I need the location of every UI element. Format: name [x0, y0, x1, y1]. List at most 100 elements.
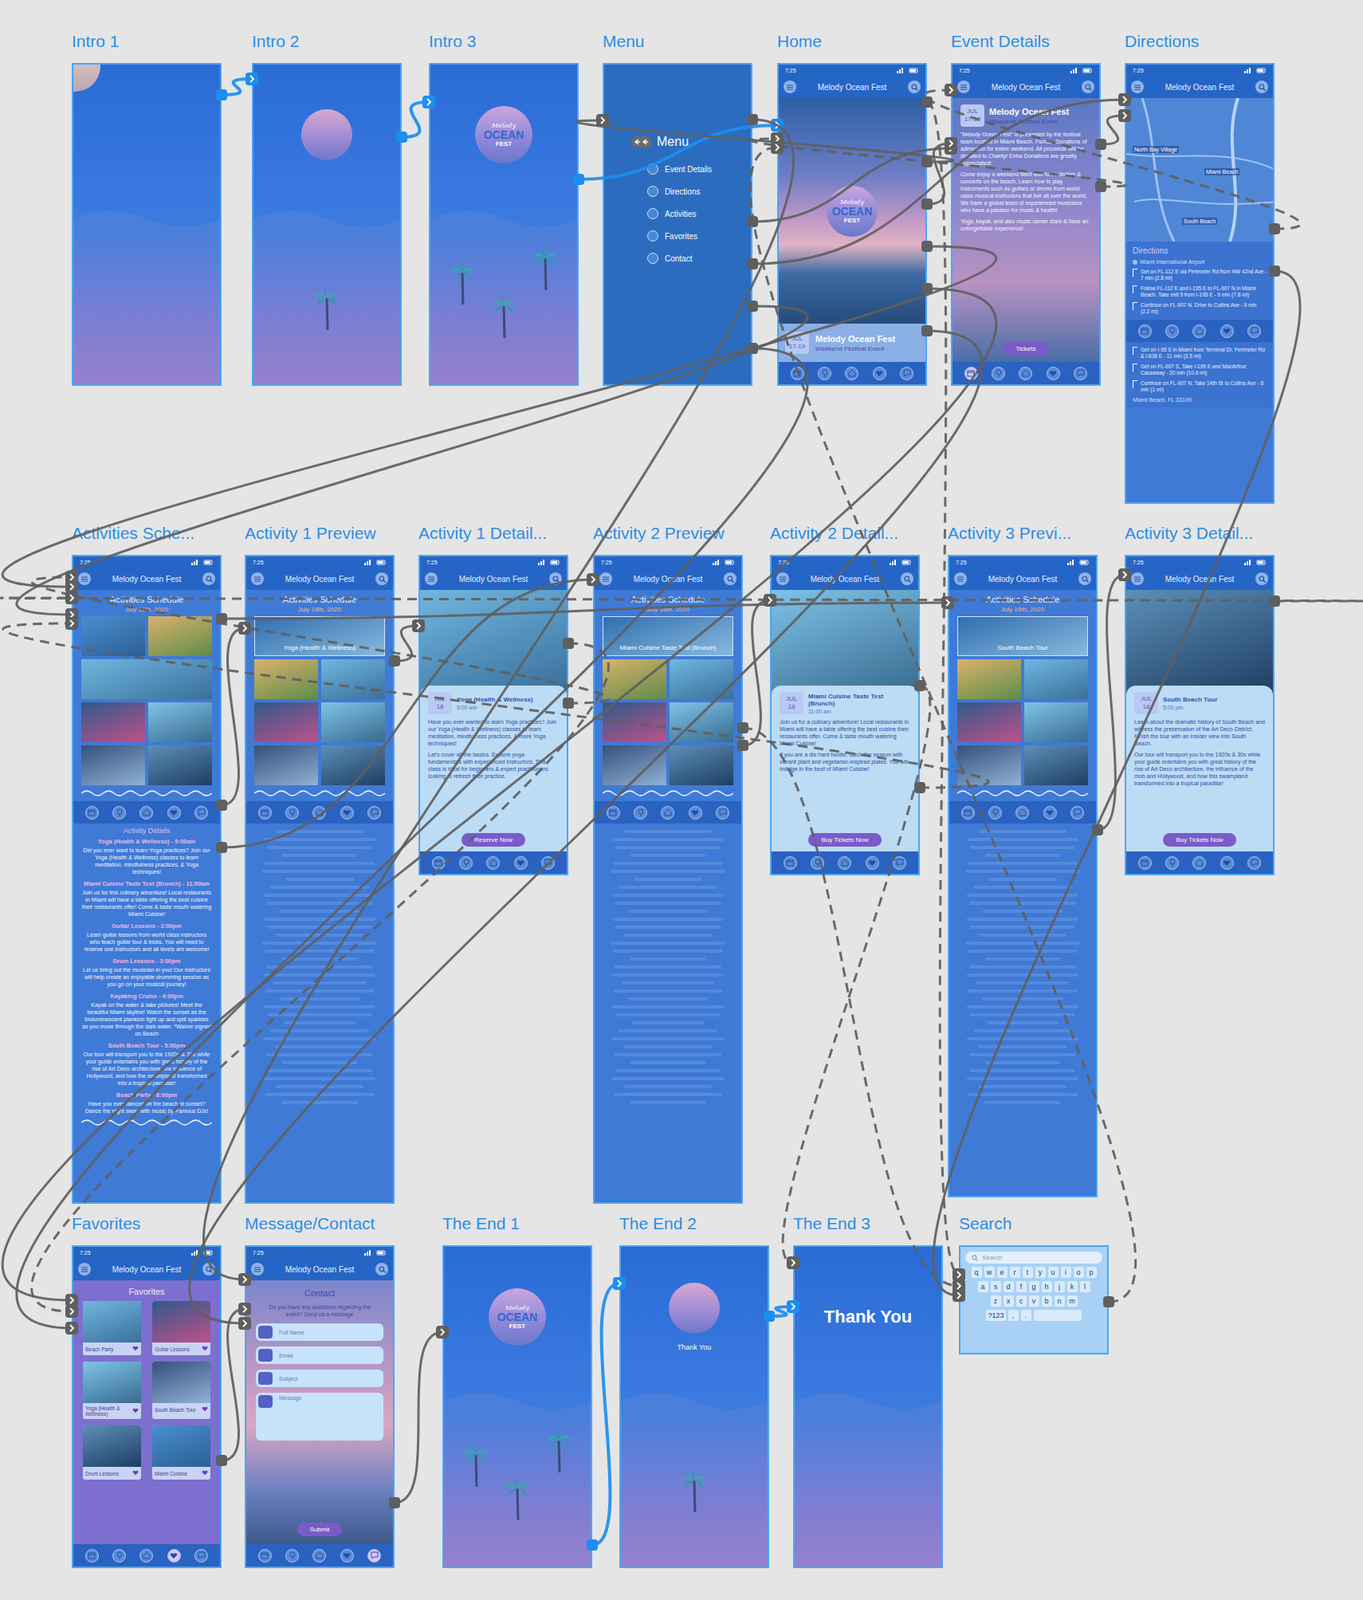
photo[interactable]: [81, 745, 146, 786]
search-button[interactable]: [1081, 80, 1095, 94]
artboard[interactable]: The End 3Thank You: [793, 1245, 943, 1568]
search-button[interactable]: [375, 572, 389, 586]
tab-button[interactable]: [1073, 366, 1088, 381]
artboard[interactable]: Message/Contact7:25Melody Ocean FestCont…: [244, 1245, 395, 1568]
photo[interactable]: [602, 659, 667, 700]
keyboard-key[interactable]: w: [984, 1266, 995, 1278]
tab-button[interactable]: [865, 856, 880, 870]
artboard[interactable]: The End 2Thank You: [619, 1245, 770, 1568]
tab-button[interactable]: [139, 805, 154, 820]
search-button[interactable]: [202, 572, 216, 586]
menu-button[interactable]: [251, 572, 264, 586]
photo[interactable]: [602, 702, 667, 743]
menu-button[interactable]: [251, 1262, 264, 1276]
artboard[interactable]: Favorites7:25Melody Ocean FestFavoritesB…: [71, 1245, 222, 1568]
photo[interactable]: [321, 745, 385, 786]
tab-button[interactable]: [258, 805, 272, 820]
photo[interactable]: [81, 702, 146, 743]
keyboard-key[interactable]: s: [990, 1280, 1002, 1293]
activity-item[interactable]: Beach Party - 8:00pmHave you ever danced…: [81, 1091, 213, 1115]
menu-button[interactable]: [424, 572, 438, 586]
tab-button[interactable]: [790, 366, 805, 381]
tab-button[interactable]: [715, 805, 730, 820]
text-field[interactable]: Subject: [255, 1369, 384, 1387]
photo[interactable]: [254, 702, 319, 743]
tab-button[interactable]: [1247, 856, 1261, 870]
tab-button[interactable]: [167, 805, 181, 820]
artboard[interactable]: Intro 3MelodyOCEANFEST: [428, 62, 579, 386]
keyboard-key[interactable]: k: [1067, 1280, 1078, 1293]
tab-button[interactable]: [167, 1548, 181, 1563]
keyboard-key[interactable]: a: [978, 1280, 989, 1293]
photo[interactable]: [254, 745, 319, 786]
search-button[interactable]: [1255, 572, 1269, 586]
photo[interactable]: [148, 702, 213, 743]
tab-button[interactable]: [432, 856, 446, 870]
primary-button[interactable]: Tickets: [1002, 341, 1049, 356]
tab-button[interactable]: [892, 856, 907, 870]
photo[interactable]: [1024, 659, 1089, 700]
activity-item[interactable]: Yoga (Health & Wellness) - 9:00amDid you…: [81, 837, 213, 876]
keyboard-key[interactable]: l: [1080, 1280, 1091, 1293]
photo[interactable]: [669, 659, 734, 700]
primary-button[interactable]: Reserve Now: [461, 832, 526, 847]
tab-button[interactable]: [872, 366, 887, 381]
keyboard-key[interactable]: p: [1086, 1266, 1097, 1278]
tab-button[interactable]: [459, 856, 473, 870]
heart-icon[interactable]: [201, 1344, 209, 1353]
tab-button[interactable]: [312, 805, 327, 820]
keyboard-key[interactable]: j: [1054, 1280, 1065, 1293]
search-button[interactable]: [900, 572, 914, 586]
keyboard-key[interactable]: y: [1035, 1266, 1046, 1278]
tab-button[interactable]: [633, 805, 648, 820]
tab-button[interactable]: [817, 366, 832, 381]
highlighted-activity[interactable]: South Beach Tour: [957, 616, 1089, 656]
tab-button[interactable]: [285, 1548, 299, 1563]
tab-button[interactable]: [85, 805, 99, 820]
favorite-card[interactable]: Miami Cuisine: [152, 1425, 211, 1480]
search-button[interactable]: [375, 1262, 389, 1276]
tab-button[interactable]: [285, 805, 299, 820]
tab-button[interactable]: [340, 1548, 354, 1563]
menu-button[interactable]: [776, 572, 790, 586]
tab-button[interactable]: [1138, 324, 1152, 338]
artboard[interactable]: Activity 2 Preview7:25Melody Ocean FestA…: [593, 554, 743, 1204]
tab-button[interactable]: [541, 856, 555, 870]
keyboard-key[interactable]: q: [971, 1266, 982, 1278]
search-button[interactable]: [723, 572, 737, 586]
keyboard-key[interactable]: n: [1054, 1295, 1065, 1307]
keyboard-key[interactable]: g: [1029, 1280, 1040, 1293]
artboard[interactable]: MenuMenuEvent DetailsDirectionsActivitie…: [602, 62, 753, 386]
keyboard-key[interactable]: ?123: [985, 1309, 1006, 1321]
menu-item[interactable]: Favorites: [647, 230, 751, 242]
primary-button[interactable]: Buy Tickets Now: [1162, 832, 1236, 847]
photo[interactable]: [148, 616, 213, 656]
tab-button[interactable]: [312, 1548, 327, 1563]
artboard[interactable]: Activity 3 Previ...7:25Melody Ocean Fest…: [947, 554, 1098, 1198]
tab-button[interactable]: [139, 1548, 154, 1563]
activity-item[interactable]: Drum Lessons - 3:00pmLet us bring out th…: [81, 957, 213, 988]
tab-button[interactable]: [964, 366, 979, 381]
tab-button[interactable]: [258, 1548, 272, 1563]
tab-button[interactable]: [514, 856, 528, 870]
artboard[interactable]: Activities Sche...7:25Melody Ocean FestA…: [71, 554, 222, 1204]
keyboard-key[interactable]: h: [1041, 1280, 1053, 1293]
heart-icon[interactable]: [201, 1469, 209, 1477]
photo[interactable]: [81, 616, 146, 656]
artboard[interactable]: Event Details7:25Melody Ocean FestJUL17-…: [950, 62, 1101, 386]
keyboard-key[interactable]: c: [1016, 1295, 1027, 1307]
keyboard-key[interactable]: e: [997, 1266, 1008, 1278]
activity-item[interactable]: Guitar Lessons - 2:00pmLearn guitar less…: [81, 922, 213, 953]
keyboard-key[interactable]: v: [1029, 1295, 1040, 1307]
photo[interactable]: [321, 702, 385, 743]
tab-button[interactable]: [961, 805, 975, 820]
artboard[interactable]: Home7:25Melody Ocean FestMelodyOCEANFEST…: [777, 62, 927, 386]
search-button[interactable]: [1255, 80, 1269, 94]
artboard[interactable]: Directions7:25Melody Ocean FestNorth Bay…: [1124, 62, 1275, 504]
tab-button[interactable]: [991, 366, 1006, 381]
space-key[interactable]: [1033, 1309, 1082, 1321]
heart-icon[interactable]: [132, 1344, 139, 1353]
photo[interactable]: [957, 659, 1022, 700]
keyboard-key[interactable]: d: [1003, 1280, 1014, 1293]
tab-button[interactable]: [837, 856, 852, 870]
